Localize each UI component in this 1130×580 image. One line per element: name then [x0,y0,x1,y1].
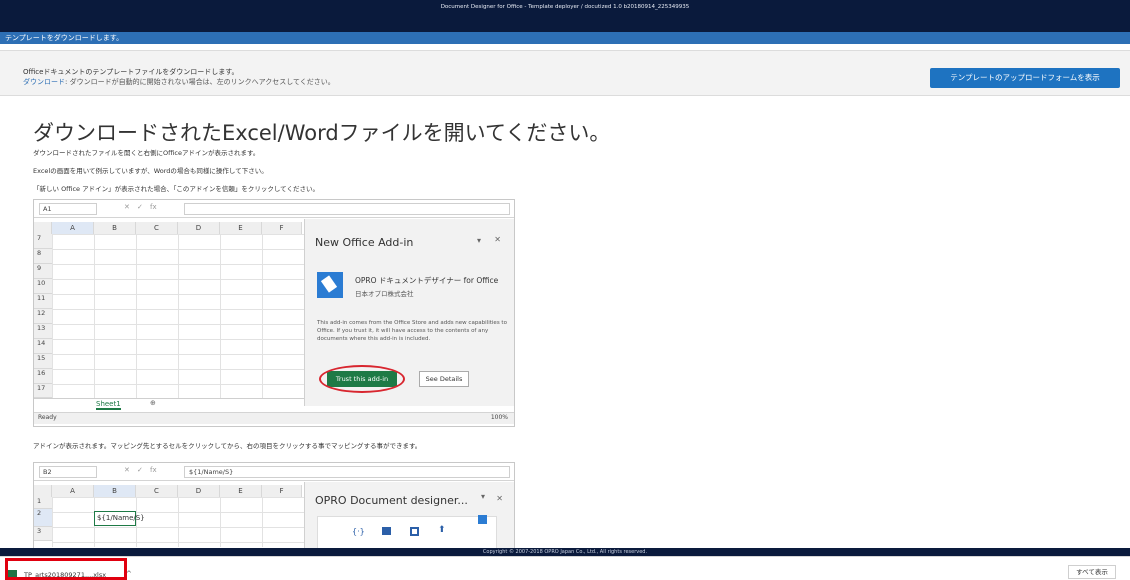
row-header: 7 [34,234,52,249]
check-icon: ✓ [137,203,143,211]
see-details-button[interactable]: See Details [419,371,469,387]
opro-pane-title: OPRO Document designer... [315,494,468,507]
column-header: B [94,222,136,234]
column-header: C [136,485,178,497]
chevron-down-icon: ▾ [480,492,485,501]
window-title: Document Designer for Office - Template … [440,4,690,10]
instruction-3: 「新しい Office アドイン」が表示された場合、「このアドインを信頼」をクリ… [33,185,319,193]
row-header: 16 [34,369,52,384]
braces-icon[interactable]: {·} [352,527,365,536]
row-header: 10 [34,279,52,294]
column-header: B [94,485,136,497]
status-bar: Ready 100% [34,412,514,424]
cancel-icon: ✕ [124,466,130,474]
opro-addin-pane: OPRO Document designer... ▾ ✕ {·} ⬆ [304,482,514,549]
row-header: 3 [34,527,52,541]
row-header: 14 [34,339,52,354]
close-icon: ✕ [496,494,503,503]
column-header: F [262,485,302,497]
row-header: 17 [34,384,52,398]
addin-tool-icon [317,272,343,298]
image-icon[interactable] [410,527,419,536]
row-header: 13 [34,324,52,339]
column-header: A [52,222,94,234]
excel-screenshot-mapping: B2 ✕ ✓ fx ${1/Name/S} A B C D E F 1 2 3 … [33,462,515,550]
row-header: 2 [34,509,52,527]
section-bar: テンプレートをダウンロードします。 [0,32,1130,44]
instruction-2: Excelの画面を用いて例示していますが、Wordの場合も同様に操作して下さい。 [33,167,268,175]
formula-bar: B2 ✕ ✓ fx ${1/Name/S} [34,463,514,481]
close-icon: ✕ [494,235,501,244]
check-icon: ✓ [137,466,143,474]
row-header: 1 [34,497,52,509]
info-line-2-text: : ダウンロードが自動的に開始されない場合は、左のリンクへアクセスしてください。 [65,78,335,86]
new-addin-pane: New Office Add-in ▾ ✕ OPRO ドキュメントデザイナー f… [304,219,514,406]
instruction-1: ダウンロードされたファイルを開くと右側にOfficeアドインが表示されます。 [33,149,260,157]
addin-description: This add-in comes from the Office Store … [317,320,507,342]
status-text: Ready [38,414,57,421]
name-box: A1 [39,203,97,215]
formula-input: ${1/Name/S} [184,466,510,478]
row-header: 8 [34,249,52,264]
download-shelf: TP_arts201809271....xlsx ^ [0,556,1130,580]
column-header: F [262,222,302,234]
table-icon[interactable] [382,527,391,535]
sheet-tabs: Sheet1 ⊕ [34,398,316,412]
column-header: E [220,222,262,234]
pin-icon[interactable] [478,515,487,524]
page-footer: Copyright © 2007-2018 OPRO Japan Co., Lt… [0,548,1130,556]
formula-bar: A1 ✕ ✓ fx [34,200,514,218]
column-header: C [136,222,178,234]
cancel-icon: ✕ [124,203,130,211]
row-header: 12 [34,309,52,324]
add-sheet-icon: ⊕ [150,399,156,407]
excel-screenshot-trust: A1 ✕ ✓ fx A B C D E F 7 8 9 10 11 12 13 … [33,199,515,427]
addin-name: OPRO ドキュメントデザイナー for Office [355,276,499,285]
download-link[interactable]: ダウンロード [23,78,65,86]
function-icon: fx [150,203,157,211]
mapping-toolbar: {·} ⬆ [317,515,497,549]
instruction-4: アドインが表示されます。マッピング先とするセルをクリックしてから、右の項目をクリ… [33,442,422,450]
app-titlebar: Document Designer for Office - Template … [0,0,1130,32]
page-title: ダウンロードされたExcel/Wordファイルを開いてください。 [33,121,611,145]
column-header: E [220,485,262,497]
column-header: A [52,485,94,497]
addin-pane-title: New Office Add-in [315,236,414,249]
cell-area [52,234,326,398]
row-header: 15 [34,354,52,369]
download-highlight-box [5,558,127,580]
upload-icon[interactable]: ⬆ [438,525,446,535]
show-upload-form-button[interactable]: テンプレートのアップロードフォームを表示 [930,68,1120,88]
sheet-tab: Sheet1 [96,400,121,410]
column-header: D [178,485,220,497]
row-header: 11 [34,294,52,309]
column-header: D [178,222,220,234]
function-icon: fx [150,466,157,474]
name-box: B2 [39,466,97,478]
zoom-level: 100% [490,414,508,421]
formula-input [184,203,510,215]
row-header: 9 [34,264,52,279]
show-all-button[interactable]: すべて表示 [1068,565,1116,579]
info-line-2: ダウンロード: ダウンロードが自動的に開始されない場合は、左のリンクへアクセスし… [23,77,335,87]
selected-cell-b2: ${1/Name/S} [94,511,145,526]
chevron-down-icon: ▾ [476,236,481,245]
info-line-1: Officeドキュメントのテンプレートファイルをダウンロードします。 [23,68,239,76]
addin-publisher: 日本オプロ株式会社 [355,290,414,298]
trust-highlight-ring [319,365,405,393]
